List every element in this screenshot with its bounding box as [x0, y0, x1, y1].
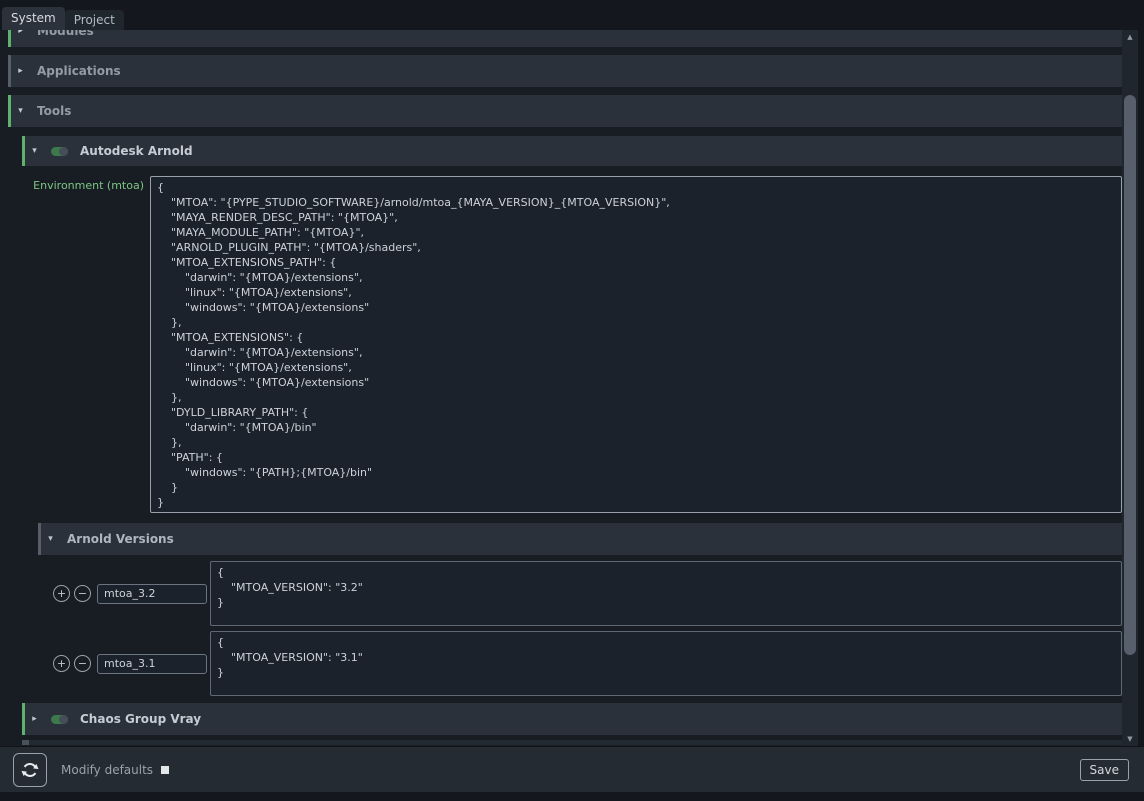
collapsed-arrow-icon: ▸: [15, 66, 26, 76]
save-button[interactable]: Save: [1080, 759, 1129, 781]
refresh-button[interactable]: [13, 753, 47, 787]
section-header-autodesk-arnold[interactable]: ▾ Autodesk Arnold: [22, 136, 1122, 166]
remove-version-button[interactable]: −: [74, 655, 91, 672]
modified-indicator: [161, 766, 169, 774]
section-header-arnold-versions[interactable]: ▾ Arnold Versions: [38, 523, 1122, 555]
modify-defaults-label: Modify defaults: [61, 763, 153, 777]
scroll-up-button[interactable]: ▲: [1122, 30, 1138, 44]
scroll-down-button[interactable]: ▼: [1122, 732, 1138, 746]
horizontal-scrollbar[interactable]: [22, 740, 1122, 745]
settings-window: System Project ▸ Modules ▸ Applications …: [0, 0, 1144, 801]
expanded-arrow-icon: ▾: [29, 146, 40, 156]
section-label-arnold-versions: Arnold Versions: [67, 532, 174, 546]
remove-version-button[interactable]: −: [74, 585, 91, 602]
expanded-arrow-icon: ▾: [45, 534, 56, 544]
vertical-scrollbar-thumb[interactable]: [1124, 95, 1136, 655]
tab-system[interactable]: System: [2, 7, 65, 30]
version-json-textarea[interactable]: { "MTOA_VERSION": "3.2" }: [210, 561, 1122, 626]
refresh-icon: [21, 761, 39, 779]
version-row: + − { "MTOA_VERSION": "3.2" }: [0, 561, 1122, 626]
settings-scroll-area: ▸ Modules ▸ Applications ▾ Tools ▾ Autod…: [0, 30, 1122, 746]
section-header-tools[interactable]: ▾ Tools: [8, 95, 1122, 127]
vray-enabled-toggle[interactable]: [51, 715, 68, 724]
section-label-autodesk-arnold: Autodesk Arnold: [80, 144, 193, 158]
environment-label: Environment (mtoa): [0, 176, 150, 513]
version-row: + − { "MTOA_VERSION": "3.1" }: [0, 631, 1122, 696]
add-version-button[interactable]: +: [53, 655, 70, 672]
expanded-arrow-icon: ▾: [15, 106, 26, 116]
version-key-input[interactable]: [97, 654, 207, 674]
section-header-modules[interactable]: ▸ Modules: [8, 30, 1122, 47]
section-label-tools: Tools: [37, 104, 71, 118]
collapsed-arrow-icon: ▸: [15, 30, 26, 36]
section-header-applications[interactable]: ▸ Applications: [8, 55, 1122, 87]
footer-bar: Modify defaults Save: [0, 746, 1144, 792]
environment-json-textarea[interactable]: { "MTOA": "{PYPE_STUDIO_SOFTWARE}/arnold…: [150, 176, 1122, 513]
toggle-knob: [59, 147, 68, 156]
environment-field-row: Environment (mtoa) { "MTOA": "{PYPE_STUD…: [0, 176, 1122, 513]
section-label-chaos-group-vray: Chaos Group Vray: [80, 712, 201, 726]
version-json-textarea[interactable]: { "MTOA_VERSION": "3.1" }: [210, 631, 1122, 696]
version-key-input[interactable]: [97, 584, 207, 604]
add-version-button[interactable]: +: [53, 585, 70, 602]
arnold-enabled-toggle[interactable]: [51, 147, 68, 156]
tab-project[interactable]: Project: [65, 10, 124, 30]
collapsed-arrow-icon: ▸: [29, 714, 40, 724]
section-header-chaos-group-vray[interactable]: ▸ Chaos Group Vray: [22, 703, 1122, 735]
section-label-applications: Applications: [37, 64, 121, 78]
toggle-knob: [59, 715, 68, 724]
tab-bar: System Project: [0, 0, 1144, 30]
vertical-scrollbar[interactable]: ▲ ▼: [1122, 30, 1138, 746]
horizontal-scrollbar-thumb[interactable]: [22, 740, 29, 745]
section-label-modules: Modules: [37, 30, 94, 38]
